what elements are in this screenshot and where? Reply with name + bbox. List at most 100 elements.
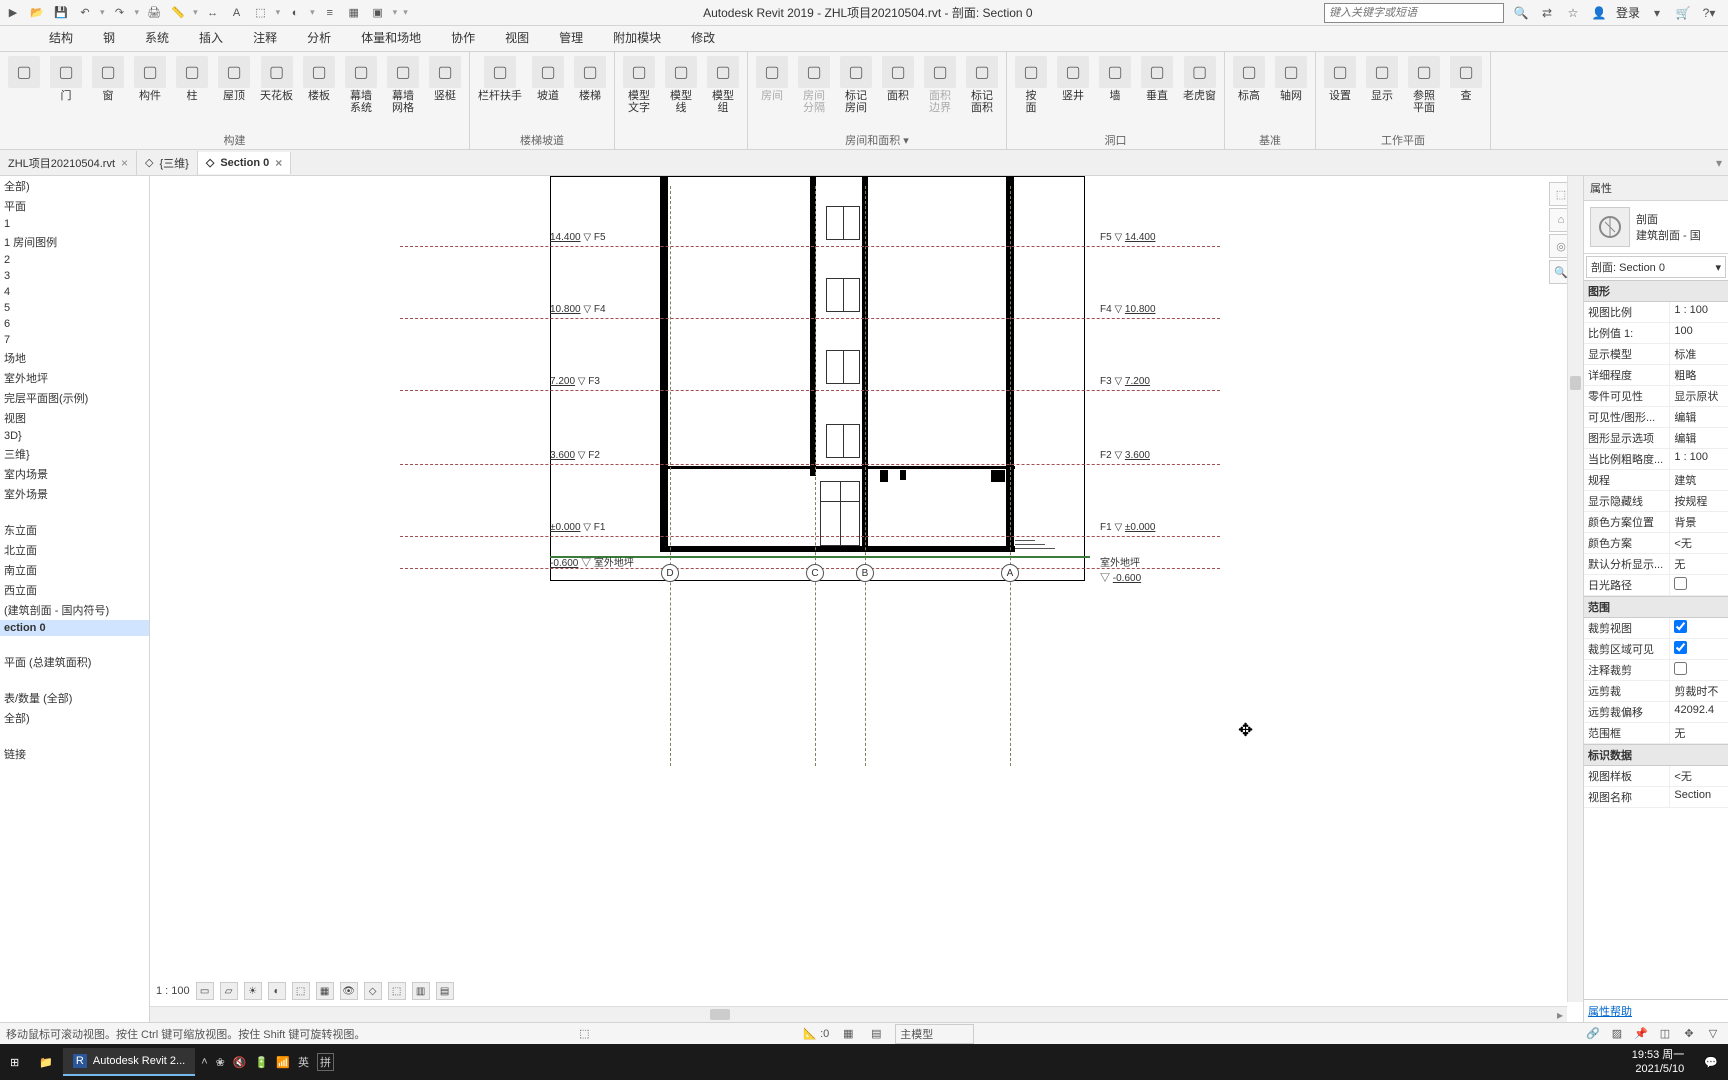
browser-item[interactable]: 3 xyxy=(0,268,149,284)
sun-path-icon[interactable]: ☀ xyxy=(244,982,262,1000)
section-icon[interactable]: ◐ xyxy=(286,4,304,22)
browser-item[interactable]: 全部) xyxy=(0,176,149,196)
horizontal-scrollbar[interactable]: ▸ xyxy=(150,1006,1567,1022)
props-row[interactable]: 详细程度粗略 xyxy=(1584,365,1728,386)
ribbon-button[interactable]: ▢ xyxy=(4,54,44,131)
browser-item[interactable]: 场地 xyxy=(0,348,149,368)
text-icon[interactable]: A xyxy=(228,4,246,22)
save-icon[interactable]: 💾 xyxy=(52,4,70,22)
tabs-options-icon[interactable]: ▾ xyxy=(1716,156,1728,170)
ribbon-button[interactable]: ▢窗 xyxy=(88,54,128,131)
tray-flower-icon[interactable]: ❀ xyxy=(216,1056,225,1069)
browser-item[interactable]: 2 xyxy=(0,252,149,268)
props-value[interactable]: 1 : 100 xyxy=(1670,449,1728,469)
props-value[interactable]: 粗略 xyxy=(1670,365,1728,385)
ribbon-button[interactable]: ▢老虎窗 xyxy=(1179,54,1220,131)
browser-item[interactable]: 东立面 xyxy=(0,520,149,540)
close-icon[interactable]: × xyxy=(275,156,282,170)
favorite-icon[interactable]: ☆ xyxy=(1564,4,1582,22)
project-browser[interactable]: 全部)平面11 房间图例234567场地室外地坪完层平面图(示例)视图3D}三维… xyxy=(0,176,150,1022)
unhide-icon[interactable]: 👁 xyxy=(340,982,358,1000)
ribbon-button[interactable]: ▢标高 xyxy=(1229,54,1269,131)
document-tab[interactable]: ◇Section 0× xyxy=(198,152,291,174)
document-tab[interactable]: ◇{三维} xyxy=(137,151,198,175)
select-underlay-icon[interactable]: ▨ xyxy=(1608,1025,1626,1043)
ribbon-button[interactable]: ▢模型 线 xyxy=(661,54,701,147)
filter-icon[interactable]: ▽ xyxy=(1704,1025,1722,1043)
browser-item[interactable]: 平面 (总建筑面积) xyxy=(0,652,149,672)
props-row[interactable]: 裁剪视图 xyxy=(1584,618,1728,639)
cart-icon[interactable]: 🛒 xyxy=(1674,4,1692,22)
ribbon-button[interactable]: ▢轴网 xyxy=(1271,54,1311,131)
ribbon-button[interactable]: ▢竖梃 xyxy=(425,54,465,131)
props-value[interactable]: 按规程 xyxy=(1670,491,1728,511)
ribbon-button[interactable]: ▢模型 组 xyxy=(703,54,743,147)
props-row[interactable]: 零件可见性显示原状 xyxy=(1584,386,1728,407)
browser-item[interactable]: 链接 xyxy=(0,744,149,764)
ime-label[interactable]: 英 xyxy=(298,1054,309,1070)
props-row[interactable]: 视图名称Section xyxy=(1584,787,1728,808)
props-value[interactable] xyxy=(1670,618,1728,638)
ribbon-button[interactable]: ▢楼板 xyxy=(299,54,339,131)
open-icon[interactable]: 📂 xyxy=(28,4,46,22)
notification-icon[interactable]: 💬 xyxy=(1694,1050,1728,1075)
browser-item[interactable]: 北立面 xyxy=(0,540,149,560)
ribbon-button[interactable]: ▢面积 xyxy=(878,54,918,131)
props-row[interactable]: 可见性/图形...编辑 xyxy=(1584,407,1728,428)
props-row[interactable]: 颜色方案<无 xyxy=(1584,533,1728,554)
props-row[interactable]: 图形显示选项编辑 xyxy=(1584,428,1728,449)
props-section-header[interactable]: 标识数据 xyxy=(1584,744,1728,766)
browser-item[interactable]: 表/数量 (全部) xyxy=(0,688,149,708)
start-button[interactable]: ⊞ xyxy=(0,1050,29,1075)
browser-item[interactable]: 3D} xyxy=(0,428,149,444)
switch-window-icon[interactable]: ▣ xyxy=(369,4,387,22)
props-value[interactable]: 背景 xyxy=(1670,512,1728,532)
ribbon-button[interactable]: ▢竖井 xyxy=(1053,54,1093,131)
ribbon-button[interactable]: ▢面积 边界 xyxy=(920,54,960,131)
scale-label[interactable]: 1 : 100 xyxy=(156,985,190,997)
browser-item[interactable] xyxy=(0,504,149,520)
props-row[interactable]: 注释裁剪 xyxy=(1584,660,1728,681)
ime-mode-label[interactable]: 拼 xyxy=(317,1053,334,1071)
props-row[interactable]: 远剪裁偏移42092.4 xyxy=(1584,702,1728,723)
tray-battery-icon[interactable]: 🔋 xyxy=(255,1056,269,1069)
app-menu-icon[interactable]: ▶ xyxy=(4,4,22,22)
select-pinned-icon[interactable]: 📌 xyxy=(1632,1025,1650,1043)
ribbon-button[interactable]: ▢参照 平面 xyxy=(1404,54,1444,131)
ribbon-tab[interactable]: 插入 xyxy=(184,24,238,51)
tray-wifi-icon[interactable]: 📶 xyxy=(276,1056,290,1069)
ribbon-button[interactable]: ▢构件 xyxy=(130,54,170,131)
props-section-header[interactable]: 范围 xyxy=(1584,596,1728,618)
ribbon-button[interactable]: ▢标记 面积 xyxy=(962,54,1002,131)
props-row[interactable]: 显示隐藏线按规程 xyxy=(1584,491,1728,512)
ribbon-button[interactable]: ▢查 xyxy=(1446,54,1486,131)
props-value[interactable]: 显示原状 xyxy=(1670,386,1728,406)
ribbon-tab[interactable]: 结构 xyxy=(34,24,88,51)
temp-hide-icon[interactable]: ◇ xyxy=(364,982,382,1000)
redo-icon[interactable]: ↷ xyxy=(111,4,129,22)
tray-chevron-icon[interactable]: ˄ xyxy=(201,1056,207,1068)
props-value[interactable]: 1 : 100 xyxy=(1670,302,1728,322)
ribbon-button[interactable]: ▢标记 房间 xyxy=(836,54,876,131)
ribbon-tab[interactable]: 体量和场地 xyxy=(346,24,436,51)
user-icon[interactable]: 👤 xyxy=(1590,4,1608,22)
props-value[interactable]: 无 xyxy=(1670,723,1728,743)
ribbon-tab[interactable]: 管理 xyxy=(544,24,598,51)
crop-visible-icon[interactable]: ▦ xyxy=(316,982,334,1000)
ribbon-button[interactable]: ▢模型 文字 xyxy=(619,54,659,147)
revit-task-button[interactable]: R Autodesk Revit 2... xyxy=(63,1048,195,1076)
browser-item[interactable]: ection 0 xyxy=(0,620,149,636)
props-value[interactable] xyxy=(1670,660,1728,680)
ribbon-button[interactable]: ▢幕墙 系统 xyxy=(341,54,381,131)
browser-item[interactable]: 6 xyxy=(0,316,149,332)
status-icon[interactable]: ⬚ xyxy=(575,1025,593,1043)
design-options-icon[interactable]: ▤ xyxy=(867,1025,885,1043)
ribbon-tab[interactable]: 系统 xyxy=(130,24,184,51)
analytical-icon[interactable]: ▥ xyxy=(412,982,430,1000)
undo-icon[interactable]: ↶ xyxy=(76,4,94,22)
search-icon[interactable]: 🔍 xyxy=(1512,4,1530,22)
help-icon[interactable]: ?▾ xyxy=(1700,4,1718,22)
props-value[interactable]: 标准 xyxy=(1670,344,1728,364)
props-value[interactable]: <无 xyxy=(1670,766,1728,786)
browser-item[interactable]: 1 房间图例 xyxy=(0,232,149,252)
